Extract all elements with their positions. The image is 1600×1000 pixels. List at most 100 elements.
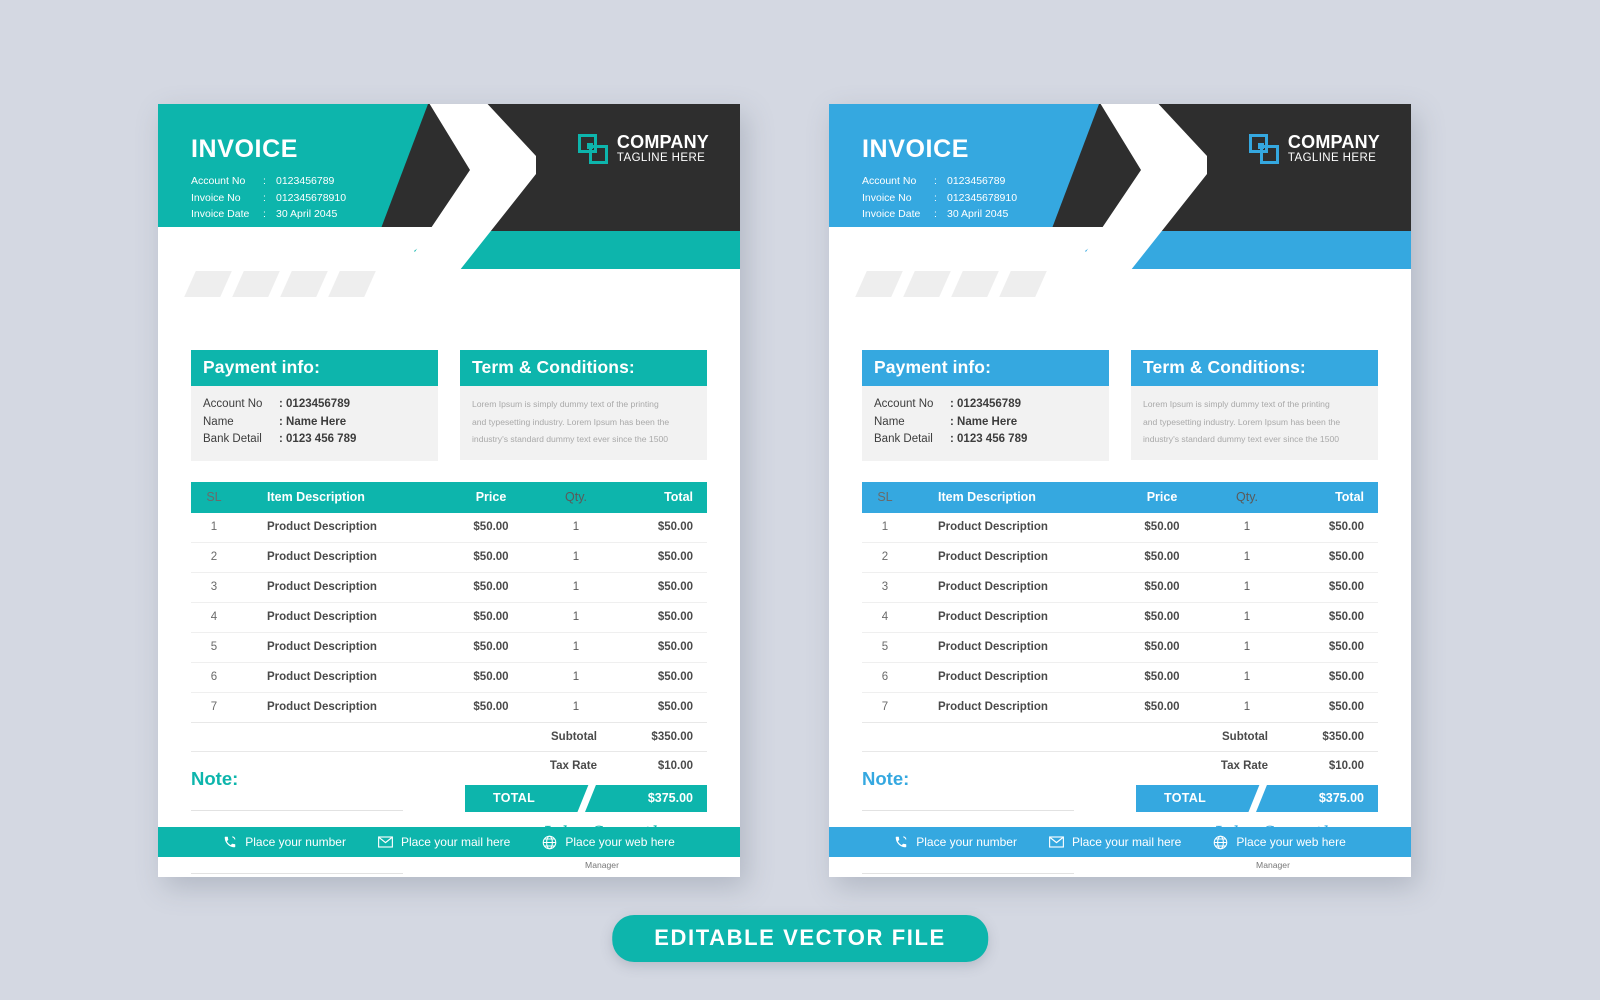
header-meta-list: Account No:0123456789 Invoice No:01234567… [191, 173, 346, 223]
invoice-card-blue: INVOICE Account No:0123456789 Invoice No:… [829, 104, 1411, 877]
row-price: $50.00 [1116, 512, 1208, 543]
row-description: Product Description [908, 512, 1116, 543]
table-column-header: Total [615, 481, 707, 513]
footer-phone[interactable]: Place your number [223, 835, 346, 849]
row-qty: 1 [1208, 512, 1286, 543]
mail-icon [1049, 836, 1064, 848]
row-price: $50.00 [445, 572, 537, 603]
terms-line: Lorem Ipsum is simply dummy text of the … [472, 399, 659, 409]
terms-heading: Term & Conditions: [460, 350, 707, 386]
subtotal-value: $350.00 [651, 730, 693, 743]
row-total: $50.00 [615, 662, 707, 693]
table-column-header: Price [1116, 481, 1208, 513]
footer-phone-label: Place your number [245, 835, 346, 849]
footer-web-label: Place your web here [1236, 835, 1346, 849]
overlapping-squares-icon [1248, 133, 1279, 164]
row-total: $50.00 [615, 632, 707, 663]
row-description: Product Description [908, 572, 1116, 603]
table-header-row: SL Item Description Price Qty. Total [862, 481, 1378, 513]
header-meta-value: 012345678910 [276, 191, 347, 204]
note-section: Note: [191, 768, 403, 874]
slash-divider-icon [575, 784, 598, 812]
note-and-signature: Note: John Smeeth John Smeeth Manager [862, 768, 1378, 874]
footer-web[interactable]: Place your web here [542, 835, 675, 850]
row-price: $50.00 [1116, 632, 1208, 663]
header-meta-row: Invoice No:012345678910 [191, 190, 346, 207]
header-dark-shape [380, 104, 740, 231]
header-dark-shape [1051, 104, 1411, 231]
row-qty: 1 [1243, 701, 1251, 713]
row-sl: 6 [191, 662, 237, 693]
table-column-header: Item Description [908, 481, 1116, 513]
table-column-header: Qty. [537, 481, 615, 513]
payment-info-value: : 0123 456 789 [279, 433, 357, 445]
table-row: 4 Product Description $50.00 1 $50.00 [191, 602, 707, 633]
footer-phone[interactable]: Place your number [894, 835, 1017, 849]
header-meta-separator: : [934, 175, 937, 187]
table-column-header: Total [1286, 481, 1378, 513]
row-total: $50.00 [1286, 572, 1378, 603]
note-title: Note: [862, 767, 910, 789]
payment-info-rows: Account No: 0123456789 Name: Name Here Ban… [191, 386, 438, 461]
terms-line: industry's standard dummy text ever sinc… [1143, 434, 1340, 444]
row-price: $50.00 [445, 662, 537, 693]
table-row: 2 Product Description $50.00 1 $50.00 [191, 542, 707, 573]
row-description: Product Description [267, 701, 377, 713]
invoice-header: INVOICE Account No:0123456789 Invoice No:… [829, 104, 1411, 269]
row-sl: 3 [191, 572, 237, 603]
globe-icon [542, 835, 557, 850]
phone-icon [894, 835, 908, 849]
row-total: $50.00 [1328, 701, 1364, 713]
payment-info-panel: Payment info: Account No: 0123456789 Name… [191, 350, 438, 461]
subtotal-row: Subtotal $350.00 [191, 721, 707, 751]
header-info-block: INVOICE Account No:0123456789 Invoice No:… [191, 135, 346, 223]
header-meta-key: Invoice No [191, 191, 241, 204]
header-meta-value: 0123456789 [276, 175, 335, 187]
table-column-header: SL [191, 481, 237, 513]
payment-info-key: Name [874, 415, 905, 428]
row-total: $50.00 [1286, 662, 1378, 693]
row-description: Product Description [237, 602, 445, 633]
footer-web[interactable]: Place your web here [1213, 835, 1346, 850]
payment-info-heading: Payment info: [862, 350, 1109, 386]
subtotal-label: Subtotal [551, 730, 597, 743]
company-name: COMPANY [1287, 132, 1380, 152]
header-meta-row: Invoice Date:30 April 2045 [191, 206, 346, 223]
row-sl: 7 [210, 701, 218, 713]
header-meta-value: 012345678910 [947, 191, 1018, 204]
footer-mail[interactable]: Place your mail here [1049, 835, 1181, 849]
row-description: Product Description [237, 572, 445, 603]
header-meta-key: Invoice Date [191, 208, 250, 221]
table-row: 1 Product Description $50.00 1 $50.00 [191, 512, 707, 543]
row-description: Product Description [237, 632, 445, 663]
row-total: $50.00 [615, 542, 707, 573]
row-description: Product Description [908, 542, 1116, 573]
header-meta-value: 30 April 2045 [947, 208, 1009, 221]
slash-divider-icon [1246, 784, 1269, 812]
payment-info-row: Account No: 0123456789 [203, 396, 426, 414]
table-row: 6 Product Description $50.00 1 $50.00 [191, 662, 707, 693]
decorative-stripes [855, 271, 1047, 297]
footer-mail[interactable]: Place your mail here [378, 835, 510, 849]
row-description: Product Description [237, 662, 445, 693]
terms-line: industry's standard dummy text ever sinc… [472, 434, 669, 444]
row-sl: 2 [191, 542, 237, 573]
row-total: $50.00 [1286, 632, 1378, 663]
row-description: Product Description [237, 542, 445, 573]
decorative-stripes [184, 271, 376, 297]
payment-info-value: : 0123 456 789 [950, 433, 1028, 445]
invoice-body: Payment info: Account No: 0123456789 Name… [158, 350, 740, 874]
grand-total-label: TOTAL [1164, 791, 1207, 805]
terms-panel: Term & Conditions: Lorem Ipsum is simply… [1131, 350, 1378, 461]
payment-info-panel: Payment info: Account No: 0123456789 Name… [862, 350, 1109, 461]
table-body: 1 Product Description $50.00 1 $50.00 2 Produc… [191, 512, 707, 722]
table-row: 4 Product Description $50.00 1 $50.00 [862, 602, 1378, 633]
header-meta-value: 0123456789 [947, 175, 1006, 187]
row-sl: 5 [862, 632, 908, 663]
row-qty: 1 [537, 662, 615, 693]
payment-info-key: Account No [203, 398, 263, 410]
row-total: $50.00 [615, 572, 707, 603]
terms-line: and typesetting industry. Lorem Ipsum ha… [1143, 416, 1341, 427]
row-price: $50.00 [1144, 701, 1180, 713]
table-row: 6 Product Description $50.00 1 $50.00 [862, 662, 1378, 693]
